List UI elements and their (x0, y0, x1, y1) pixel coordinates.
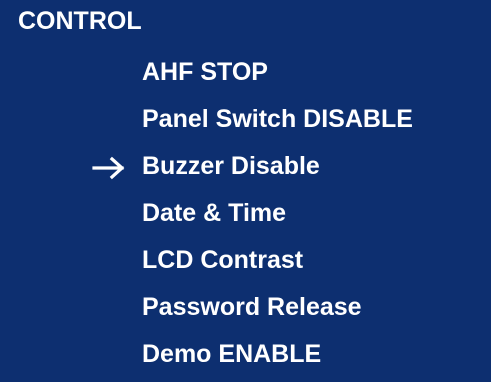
right-arrow-icon (92, 153, 132, 183)
screen-title: CONTROL (18, 7, 142, 35)
control-menu: AHF STOP Panel Switch DISABLE Buzzer Dis… (92, 53, 491, 382)
menu-item-password-release[interactable]: Password Release (92, 288, 491, 335)
menu-item-label: Buzzer Disable (142, 152, 320, 180)
menu-item-label: AHF STOP (142, 58, 268, 86)
menu-item-label: Panel Switch DISABLE (142, 105, 413, 133)
menu-item-date-time[interactable]: Date & Time (92, 194, 491, 241)
menu-item-buzzer-disable[interactable]: Buzzer Disable (92, 147, 491, 194)
menu-item-ahf-stop[interactable]: AHF STOP (92, 53, 491, 100)
menu-item-panel-switch-disable[interactable]: Panel Switch DISABLE (92, 100, 491, 147)
menu-item-label: Password Release (142, 293, 362, 321)
menu-item-demo-enable[interactable]: Demo ENABLE (92, 335, 491, 382)
menu-item-label: Date & Time (142, 199, 287, 227)
menu-item-label: LCD Contrast (142, 246, 304, 274)
menu-item-lcd-contrast[interactable]: LCD Contrast (92, 241, 491, 288)
menu-item-label: Demo ENABLE (142, 340, 322, 368)
